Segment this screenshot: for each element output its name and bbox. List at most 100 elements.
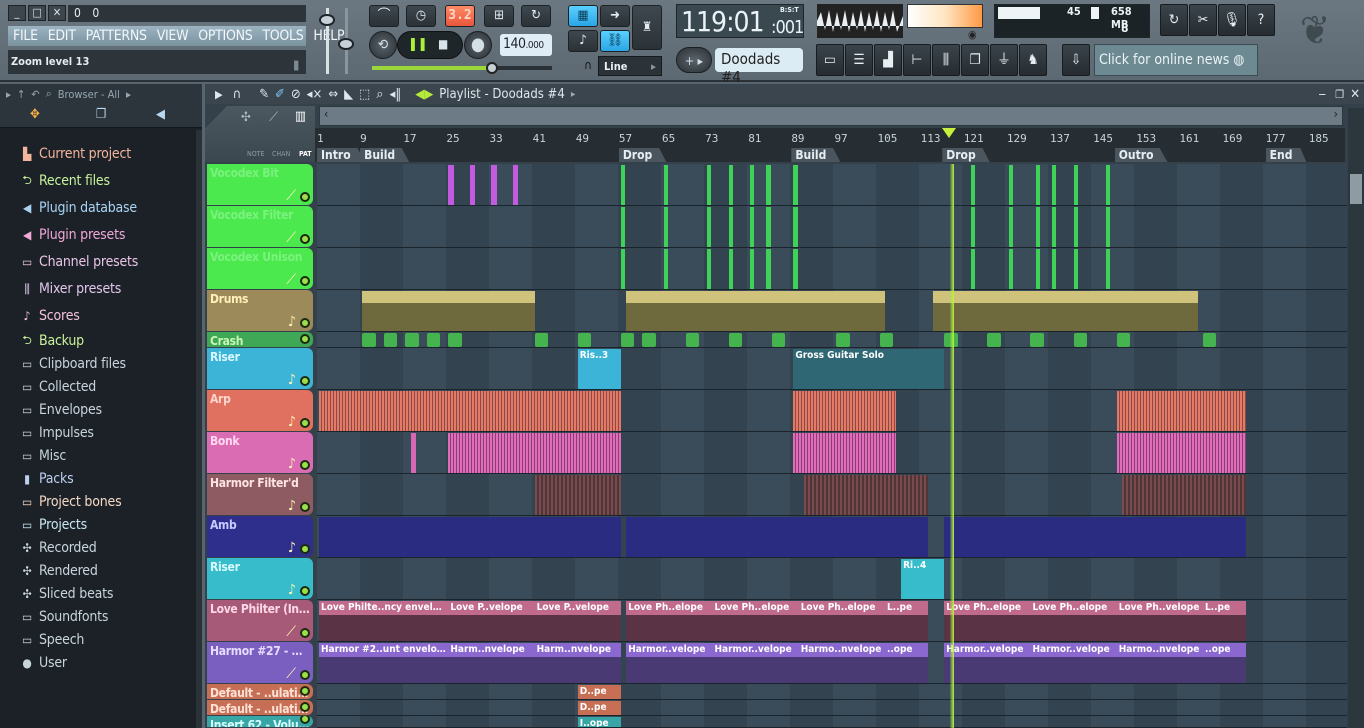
vocodex-clip[interactable]: [707, 165, 712, 205]
bonk-clip[interactable]: [1116, 433, 1247, 473]
track-header[interactable]: Crash: [207, 332, 313, 347]
horizontal-scrollbar[interactable]: ‹ ›: [319, 106, 1343, 126]
pattern-selector-arrows[interactable]: + ▸: [676, 47, 712, 73]
riser-clip[interactable]: Ri..4: [901, 559, 945, 599]
record-button[interactable]: ●: [464, 31, 492, 59]
online-news-button[interactable]: Click for online news ◍: [1094, 44, 1258, 76]
drums-clip[interactable]: [933, 291, 1198, 331]
arp-clip[interactable]: [793, 391, 896, 431]
pencil-icon[interactable]: ✎: [259, 87, 269, 102]
vocodex-clip[interactable]: [793, 165, 798, 205]
piano-icon[interactable]: ▥: [295, 109, 306, 124]
eye-icon[interactable]: ◉: [968, 28, 977, 41]
timeline-marker[interactable]: End: [1265, 148, 1307, 162]
plugin-icon[interactable]: ⏚: [990, 44, 1018, 76]
love-philter-envelope-clip[interactable]: Love P..velope: [448, 601, 535, 641]
filter-pat[interactable]: PAT: [299, 150, 312, 158]
vocodex-clip[interactable]: [728, 207, 733, 247]
crash-clip[interactable]: [383, 333, 398, 347]
timeline-marker[interactable]: Outro: [1114, 148, 1168, 162]
tab-all-icon[interactable]: ✥: [30, 107, 40, 122]
timeline-ruler[interactable]: 1 9 17 25 33 41 49 57 65 73 81 89 97 105 113 121 129 137 1…: [315, 128, 1345, 162]
scroll-left-icon[interactable]: ‹: [324, 107, 328, 121]
vocodex-clip[interactable]: [707, 207, 712, 247]
harmor-envelope-clip[interactable]: Harm..nvelope: [448, 643, 535, 683]
browser-item[interactable]: ▮ Packs: [20, 468, 74, 490]
playlist-restore-button[interactable]: ❐: [1335, 88, 1344, 101]
track-lane[interactable]: [317, 332, 1347, 348]
love-philter-envelope-clip[interactable]: Love Ph..elope: [1030, 601, 1117, 641]
performance-icon[interactable]: ♞: [1019, 44, 1047, 76]
step-edit-button[interactable]: ⊞: [484, 5, 514, 27]
track-header[interactable]: Default - ..ulation X: [207, 700, 313, 715]
love-philter-envelope-clip[interactable]: Love P..velope: [534, 601, 621, 641]
master-pitch-slider[interactable]: [338, 38, 354, 50]
riser-clip[interactable]: Ris..3: [577, 349, 621, 389]
link-icon[interactable]: ⛓: [600, 30, 630, 52]
browser-up-icon[interactable]: ↑: [17, 88, 25, 101]
playlist-menu-arrow-icon[interactable]: ▶: [215, 88, 223, 101]
track-lane[interactable]: [317, 684, 1347, 700]
amb-clip[interactable]: [944, 517, 1247, 557]
vocodex-clip[interactable]: [1052, 165, 1057, 205]
timeline-marker[interactable]: Drop: [942, 148, 990, 162]
minimize-button[interactable]: _: [8, 5, 26, 21]
vocodex-clip[interactable]: [971, 249, 976, 289]
crash-clip[interactable]: [771, 333, 786, 347]
vocodex-clip[interactable]: [1035, 165, 1041, 205]
vocodex-clip[interactable]: [1052, 207, 1057, 247]
browser-item[interactable]: ✣ Recorded: [20, 537, 97, 559]
snap-select[interactable]: Line ▸: [598, 56, 662, 76]
vocodex-clip[interactable]: [728, 165, 733, 205]
browser-item[interactable]: ▭ Channel presets: [20, 251, 138, 273]
track-header[interactable]: Default - ..ulation X: [207, 684, 313, 699]
love-philter-envelope-clip[interactable]: Love Ph..elope: [712, 601, 799, 641]
vocodex-clip[interactable]: [469, 165, 476, 205]
crash-clip[interactable]: [577, 333, 592, 347]
harmor-filter-clip[interactable]: [534, 475, 621, 515]
track-enable-led[interactable]: [300, 586, 310, 596]
crash-clip[interactable]: [1202, 333, 1217, 347]
vocodex-clip[interactable]: [750, 165, 755, 205]
harmor-envelope-clip[interactable]: ..ope: [1202, 643, 1247, 683]
tempo-display[interactable]: 140.000: [500, 34, 552, 56]
slip-tool-icon[interactable]: ⇔: [328, 87, 338, 102]
track-header[interactable]: Love Philter (Insert... ⟋: [207, 600, 313, 641]
track-enable-led[interactable]: [300, 334, 310, 344]
metronome-button[interactable]: ⌒: [369, 5, 399, 27]
zoom-tool-icon[interactable]: ⌕: [376, 87, 383, 102]
menu-tools[interactable]: TOOLS: [257, 28, 308, 44]
browser-item[interactable]: ⮌ Recent files: [20, 170, 110, 192]
drums-clip[interactable]: [626, 291, 885, 331]
browser-item[interactable]: ▭ Speech: [20, 629, 84, 651]
crash-clip[interactable]: [879, 333, 894, 347]
track-enable-led[interactable]: [300, 502, 310, 512]
menu-view[interactable]: VIEW: [152, 28, 194, 44]
mute-tool-icon[interactable]: ◂×: [307, 87, 323, 102]
track-lane[interactable]: [317, 716, 1347, 728]
default-envelope-clip[interactable]: D..pe: [577, 685, 621, 699]
vocodex-clip[interactable]: [663, 207, 669, 247]
refresh-icon[interactable]: ↻: [1160, 4, 1188, 36]
browser-expand-icon[interactable]: ▸: [126, 88, 131, 101]
mixer-icon[interactable]: ⫼: [932, 44, 960, 76]
bonk-clip[interactable]: [793, 433, 896, 473]
harmor-envelope-clip[interactable]: Harmor..velope: [944, 643, 1031, 683]
track-header[interactable]: Harmor #27 - A - P... ⟋: [207, 642, 313, 683]
browser-item[interactable]: ♪ Scores: [20, 305, 80, 327]
automation-icon[interactable]: ⟋: [269, 110, 278, 125]
filter-note[interactable]: NOTE: [247, 150, 265, 158]
harmor-envelope-clip[interactable]: Harmo..nvelope: [798, 643, 885, 683]
track-enable-led[interactable]: [300, 702, 310, 712]
track-header[interactable]: Riser ♪: [207, 348, 313, 389]
crash-clip[interactable]: [448, 333, 462, 347]
harmor-envelope-clip[interactable]: Harmor..velope: [626, 643, 713, 683]
crash-clip[interactable]: [987, 333, 1001, 347]
track-header[interactable]: Bonk ♪: [207, 432, 313, 473]
crash-clip[interactable]: [685, 333, 699, 347]
hat-icon[interactable]: ♜: [632, 5, 662, 50]
scroll-right-icon[interactable]: ›: [1334, 107, 1338, 121]
typing-keyboard-button[interactable]: ▦: [568, 5, 598, 27]
track-header[interactable]: Riser ♪: [207, 558, 313, 599]
track-lane[interactable]: [317, 248, 1347, 290]
